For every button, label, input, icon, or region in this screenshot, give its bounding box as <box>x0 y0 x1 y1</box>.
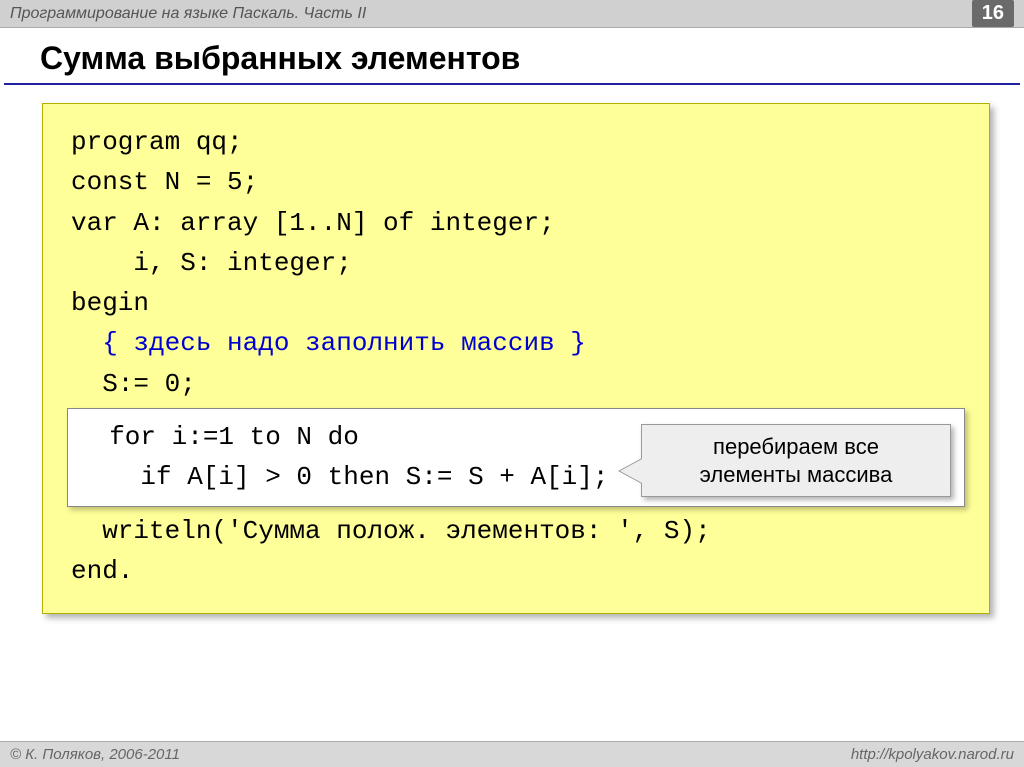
slide-title: Сумма выбранных элементов <box>4 28 1020 85</box>
code-line: begin <box>71 283 961 323</box>
header-title: Программирование на языке Паскаль. Часть… <box>10 5 366 23</box>
callout-tail-icon <box>620 459 642 483</box>
code-box: program qq; const N = 5; var A: array [1… <box>42 103 990 614</box>
footer-bar: © К. Поляков, 2006-2011 http://kpolyakov… <box>0 741 1024 767</box>
callout-box: перебираем все элементы массива <box>641 424 951 497</box>
header-bar: Программирование на языке Паскаль. Часть… <box>0 0 1024 28</box>
code-line: writeln('Сумма полож. элементов: ', S); <box>71 511 961 551</box>
footer-url: http://kpolyakov.narod.ru <box>851 746 1014 763</box>
callout-text: элементы массива <box>652 461 940 489</box>
page-number: 16 <box>972 0 1014 27</box>
callout-text: перебираем все <box>652 433 940 461</box>
code-line: const N = 5; <box>71 162 961 202</box>
code-line: i, S: integer; <box>71 243 961 283</box>
footer-copyright: © К. Поляков, 2006-2011 <box>10 746 180 763</box>
code-line: S:= 0; <box>71 364 961 404</box>
code-line: end. <box>71 551 961 591</box>
code-line: program qq; <box>71 122 961 162</box>
code-comment: { здесь надо заполнить массив } <box>71 323 961 363</box>
code-line: var A: array [1..N] of integer; <box>71 203 961 243</box>
